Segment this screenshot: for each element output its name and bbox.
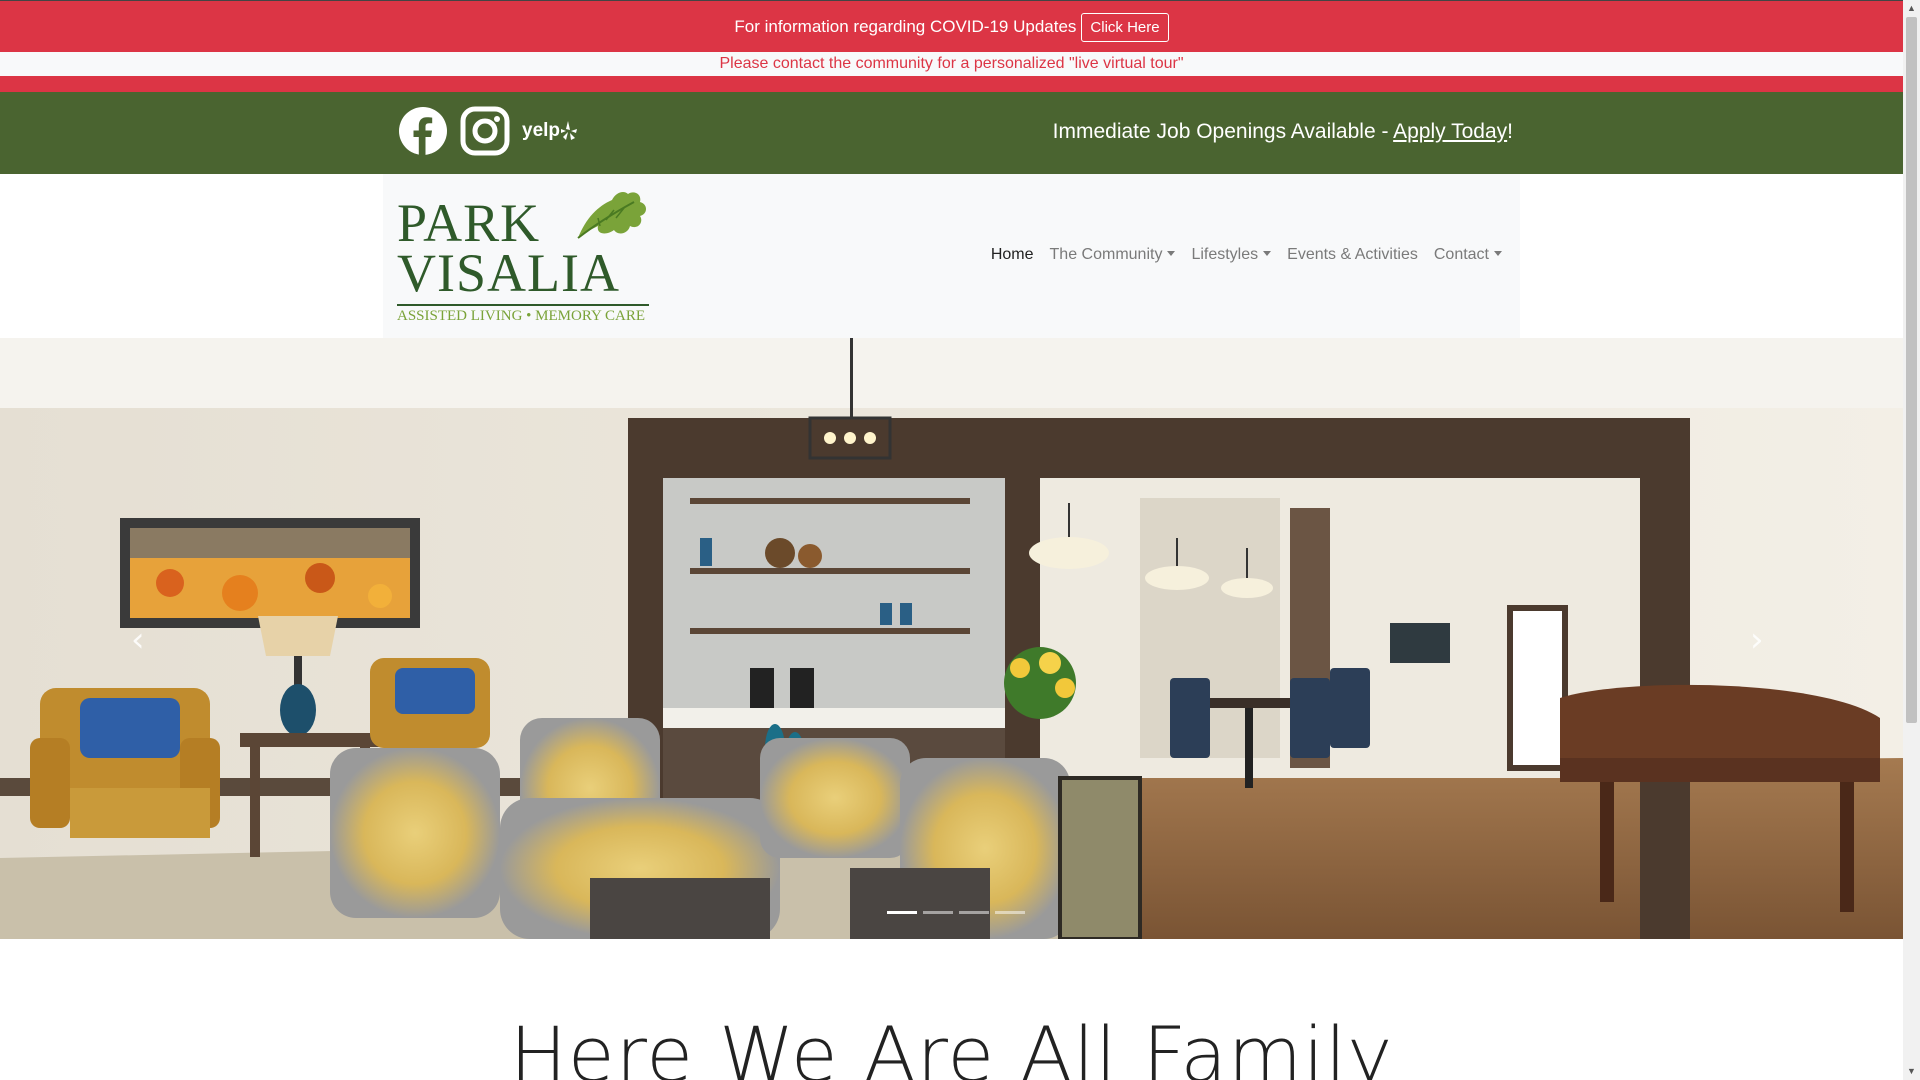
top-green-bar: yelp Immediate Job Openings Available - …: [0, 92, 1903, 174]
scroll-down-arrow-icon[interactable]: ▼: [1903, 1063, 1920, 1080]
carousel-indicator-3[interactable]: [959, 911, 989, 914]
carousel-indicators: [884, 911, 1028, 914]
hero-carousel[interactable]: ‹ ›: [0, 338, 1903, 939]
logo-tagline: ASSISTED LIVING • MEMORY CARE: [397, 308, 646, 324]
nav-lifestyles-label: Lifestyles: [1191, 246, 1259, 263]
oak-leaf-icon: [577, 192, 646, 239]
caret-down-icon: [1167, 251, 1176, 256]
red-divider: [0, 76, 1903, 92]
caret-down-icon: [1263, 251, 1272, 256]
nav-contact-label: Contact: [1433, 246, 1489, 263]
nav-events-activities[interactable]: Events & Activities: [1287, 246, 1418, 264]
caret-down-icon: [1494, 251, 1502, 256]
covid-text: For information regarding COVID-19 Updat…: [734, 17, 1077, 36]
main-navbar: PARK VISALIA ASSISTED LIVING • MEMORY CA…: [383, 174, 1520, 338]
vertical-scrollbar[interactable]: ▲ ▼: [1903, 0, 1920, 1080]
yelp-burst-icon: [561, 121, 578, 140]
carousel-indicator-4[interactable]: [995, 911, 1025, 914]
nav-menu: Home The Community Lifestyles Events & A…: [975, 246, 1502, 264]
jobs-text: Immediate Job Openings Available -: [1052, 120, 1394, 143]
covid-announcement-bar: For information regarding COVID-19 Updat…: [0, 0, 1903, 53]
carousel-indicator-2[interactable]: [923, 911, 953, 914]
nav-contact[interactable]: Contact: [1434, 246, 1502, 264]
social-links: yelp: [398, 106, 578, 156]
lobby-photo: [0, 338, 1903, 939]
yelp-icon[interactable]: yelp: [522, 120, 578, 142]
nav-community-label: The Community: [1049, 246, 1163, 263]
nav-home[interactable]: Home: [991, 246, 1034, 264]
nav-the-community[interactable]: The Community: [1050, 246, 1176, 264]
virtual-tour-notice: Please contact the community for a perso…: [0, 52, 1903, 76]
job-openings-notice: Immediate Job Openings Available - Apply…: [1053, 120, 1513, 144]
facebook-icon[interactable]: [398, 106, 448, 156]
logo-line2: VISALIA: [397, 243, 620, 303]
nav-lifestyles[interactable]: Lifestyles: [1191, 246, 1272, 264]
scrollbar-thumb[interactable]: [1906, 17, 1917, 723]
page: For information regarding COVID-19 Updat…: [0, 0, 1903, 1080]
instagram-icon[interactable]: [460, 106, 510, 156]
park-visalia-logo[interactable]: PARK VISALIA ASSISTED LIVING • MEMORY CA…: [397, 188, 649, 328]
scroll-up-arrow-icon[interactable]: ▲: [1903, 0, 1920, 17]
covid-click-here-button[interactable]: Click Here: [1081, 12, 1169, 42]
page-headline: Here We Are All Family: [509, 1010, 1394, 1080]
carousel-indicator-1[interactable]: [887, 911, 917, 914]
logo-line1: PARK: [397, 193, 541, 253]
logo-divider: [397, 304, 649, 306]
apply-today-link[interactable]: Apply Today: [1393, 120, 1507, 143]
jobs-suffix: !: [1507, 120, 1513, 143]
yelp-label: yelp: [522, 120, 561, 141]
carousel-next-arrow[interactable]: ›: [1750, 620, 1764, 660]
carousel-prev-arrow[interactable]: ‹: [131, 620, 145, 660]
